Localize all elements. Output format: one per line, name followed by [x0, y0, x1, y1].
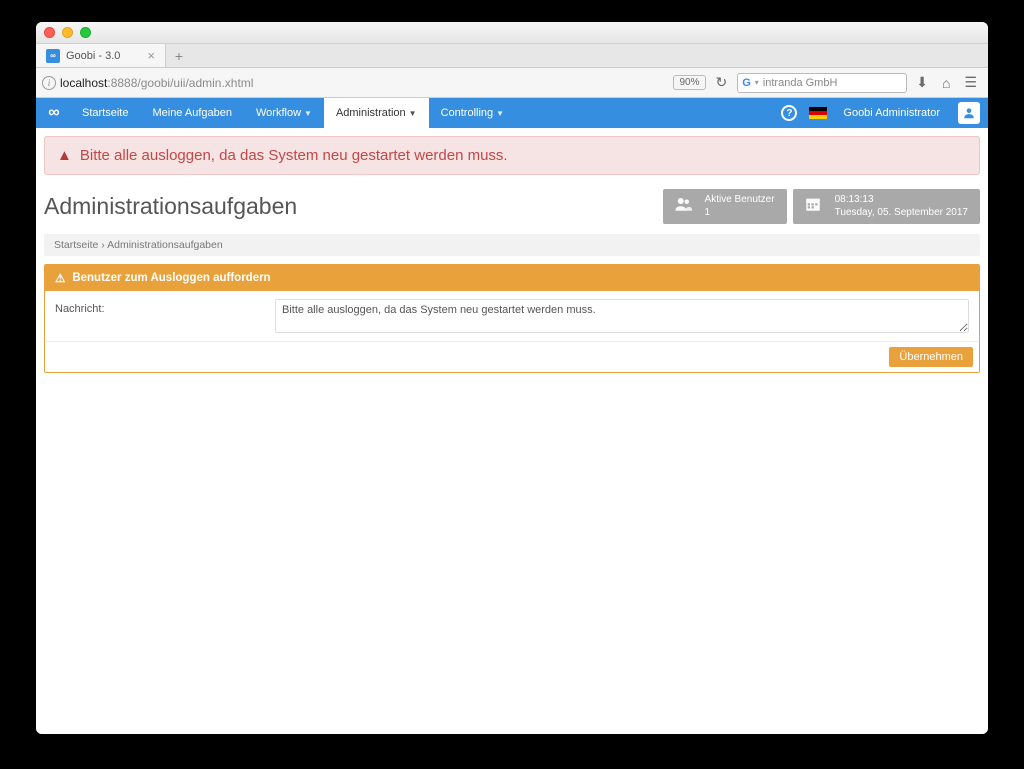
nav-right-area: ? Goobi Administrator — [775, 98, 988, 128]
download-icon[interactable]: ⬇ — [911, 74, 933, 91]
alert-text: Bitte alle ausloggen, da das System neu … — [80, 147, 508, 164]
current-user-name[interactable]: Goobi Administrator — [833, 107, 950, 119]
date-value: Tuesday, 05. September 2017 — [835, 207, 968, 220]
breadcrumb: Startseite › Administrationsaufgaben — [44, 234, 980, 256]
chevron-down-icon: ▼ — [304, 109, 312, 118]
panel-body: Nachricht: Übernehmen — [45, 291, 979, 372]
panel-title: Benutzer zum Ausloggen auffordern — [72, 272, 270, 284]
page-content-area: ∞ Startseite Meine Aufgaben Workflow ▼ A… — [36, 98, 988, 734]
menu-icon[interactable]: ☰ — [959, 74, 982, 91]
nav-workflow[interactable]: Workflow ▼ — [244, 98, 324, 128]
site-info-icon[interactable]: i — [42, 76, 56, 90]
tab-title: Goobi - 3.0 — [66, 50, 120, 62]
chevron-down-icon: ▼ — [409, 109, 417, 118]
browser-search-box[interactable]: G ▾ intranda GmbH — [737, 73, 907, 93]
goobi-logo[interactable]: ∞ — [36, 98, 70, 128]
submit-button[interactable]: Übernehmen — [889, 347, 973, 367]
browser-tab-goobi[interactable]: ∞ Goobi - 3.0 × — [36, 44, 166, 67]
crumb-current: Administrationsaufgaben — [107, 239, 223, 251]
message-label: Nachricht: — [55, 299, 275, 315]
status-cards: Aktive Benutzer 1 08:13:13 Tuesday, 05. … — [663, 189, 980, 224]
warning-triangle-icon: ⚠ — [55, 271, 65, 285]
zoom-level-badge[interactable]: 90% — [673, 75, 705, 90]
users-icon — [671, 195, 695, 218]
nav-administration[interactable]: Administration ▼ — [324, 98, 429, 128]
nav-startseite[interactable]: Startseite — [70, 98, 140, 128]
nav-label: Startseite — [82, 107, 128, 119]
home-icon[interactable]: ⌂ — [937, 75, 955, 91]
warning-triangle-icon: ▲ — [57, 147, 72, 164]
help-icon[interactable]: ? — [781, 105, 797, 121]
flag-de-icon[interactable] — [809, 107, 827, 119]
panel-footer: Übernehmen — [45, 342, 979, 372]
browser-tabbar: ∞ Goobi - 3.0 × + — [36, 44, 988, 68]
logout-request-panel: ⚠ Benutzer zum Ausloggen auffordern Nach… — [44, 264, 980, 373]
google-g-icon: G — [742, 77, 751, 89]
traffic-lights — [44, 27, 91, 38]
close-window-button[interactable] — [44, 27, 55, 38]
close-tab-icon[interactable]: × — [147, 49, 155, 62]
active-users-label: Aktive Benutzer — [705, 194, 775, 207]
nav-label: Meine Aufgaben — [152, 107, 232, 119]
crumb-home[interactable]: Startseite — [54, 239, 98, 251]
nav-label: Controlling — [441, 107, 494, 119]
url-path: :8888/goobi/uii/admin.xhtml — [107, 76, 253, 90]
user-avatar-icon[interactable] — [958, 102, 980, 124]
active-users-count: 1 — [705, 207, 775, 220]
message-input[interactable] — [275, 299, 969, 333]
browser-address-bar: i localhost:8888/goobi/uii/admin.xhtml 9… — [36, 68, 988, 98]
page-title: Administrationsaufgaben — [44, 193, 297, 220]
crumb-separator: › — [98, 239, 107, 251]
datetime-card: 08:13:13 Tuesday, 05. September 2017 — [793, 189, 980, 224]
infinity-logo-icon: ∞ — [48, 104, 57, 122]
browser-window: ∞ Goobi - 3.0 × + i localhost:8888/goobi… — [36, 22, 988, 734]
search-placeholder: intranda GmbH — [763, 77, 838, 89]
page-header-row: Administrationsaufgaben Aktive Benutzer … — [36, 175, 988, 234]
url-field[interactable]: localhost:8888/goobi/uii/admin.xhtml — [60, 76, 669, 90]
chevron-down-icon: ▼ — [496, 109, 504, 118]
reload-icon[interactable]: ↻ — [710, 74, 734, 91]
page-body: ▲ Bitte alle ausloggen, da das System ne… — [36, 136, 988, 373]
goobi-top-nav: ∞ Startseite Meine Aufgaben Workflow ▼ A… — [36, 98, 988, 128]
new-tab-button[interactable]: + — [166, 44, 192, 67]
calendar-icon — [801, 195, 825, 218]
panel-header: ⚠ Benutzer zum Ausloggen auffordern — [45, 265, 979, 291]
nav-label: Administration — [336, 107, 406, 119]
infinity-favicon-icon: ∞ — [46, 49, 60, 63]
nav-label: Workflow — [256, 107, 301, 119]
active-users-card: Aktive Benutzer 1 — [663, 189, 787, 224]
maximize-window-button[interactable] — [80, 27, 91, 38]
minimize-window-button[interactable] — [62, 27, 73, 38]
window-titlebar — [36, 22, 988, 44]
nav-meine-aufgaben[interactable]: Meine Aufgaben — [140, 98, 244, 128]
message-form-row: Nachricht: — [45, 291, 979, 342]
url-host: localhost — [60, 76, 107, 90]
time-value: 08:13:13 — [835, 194, 968, 207]
system-alert-banner: ▲ Bitte alle ausloggen, da das System ne… — [44, 136, 980, 175]
nav-controlling[interactable]: Controlling ▼ — [429, 98, 517, 128]
